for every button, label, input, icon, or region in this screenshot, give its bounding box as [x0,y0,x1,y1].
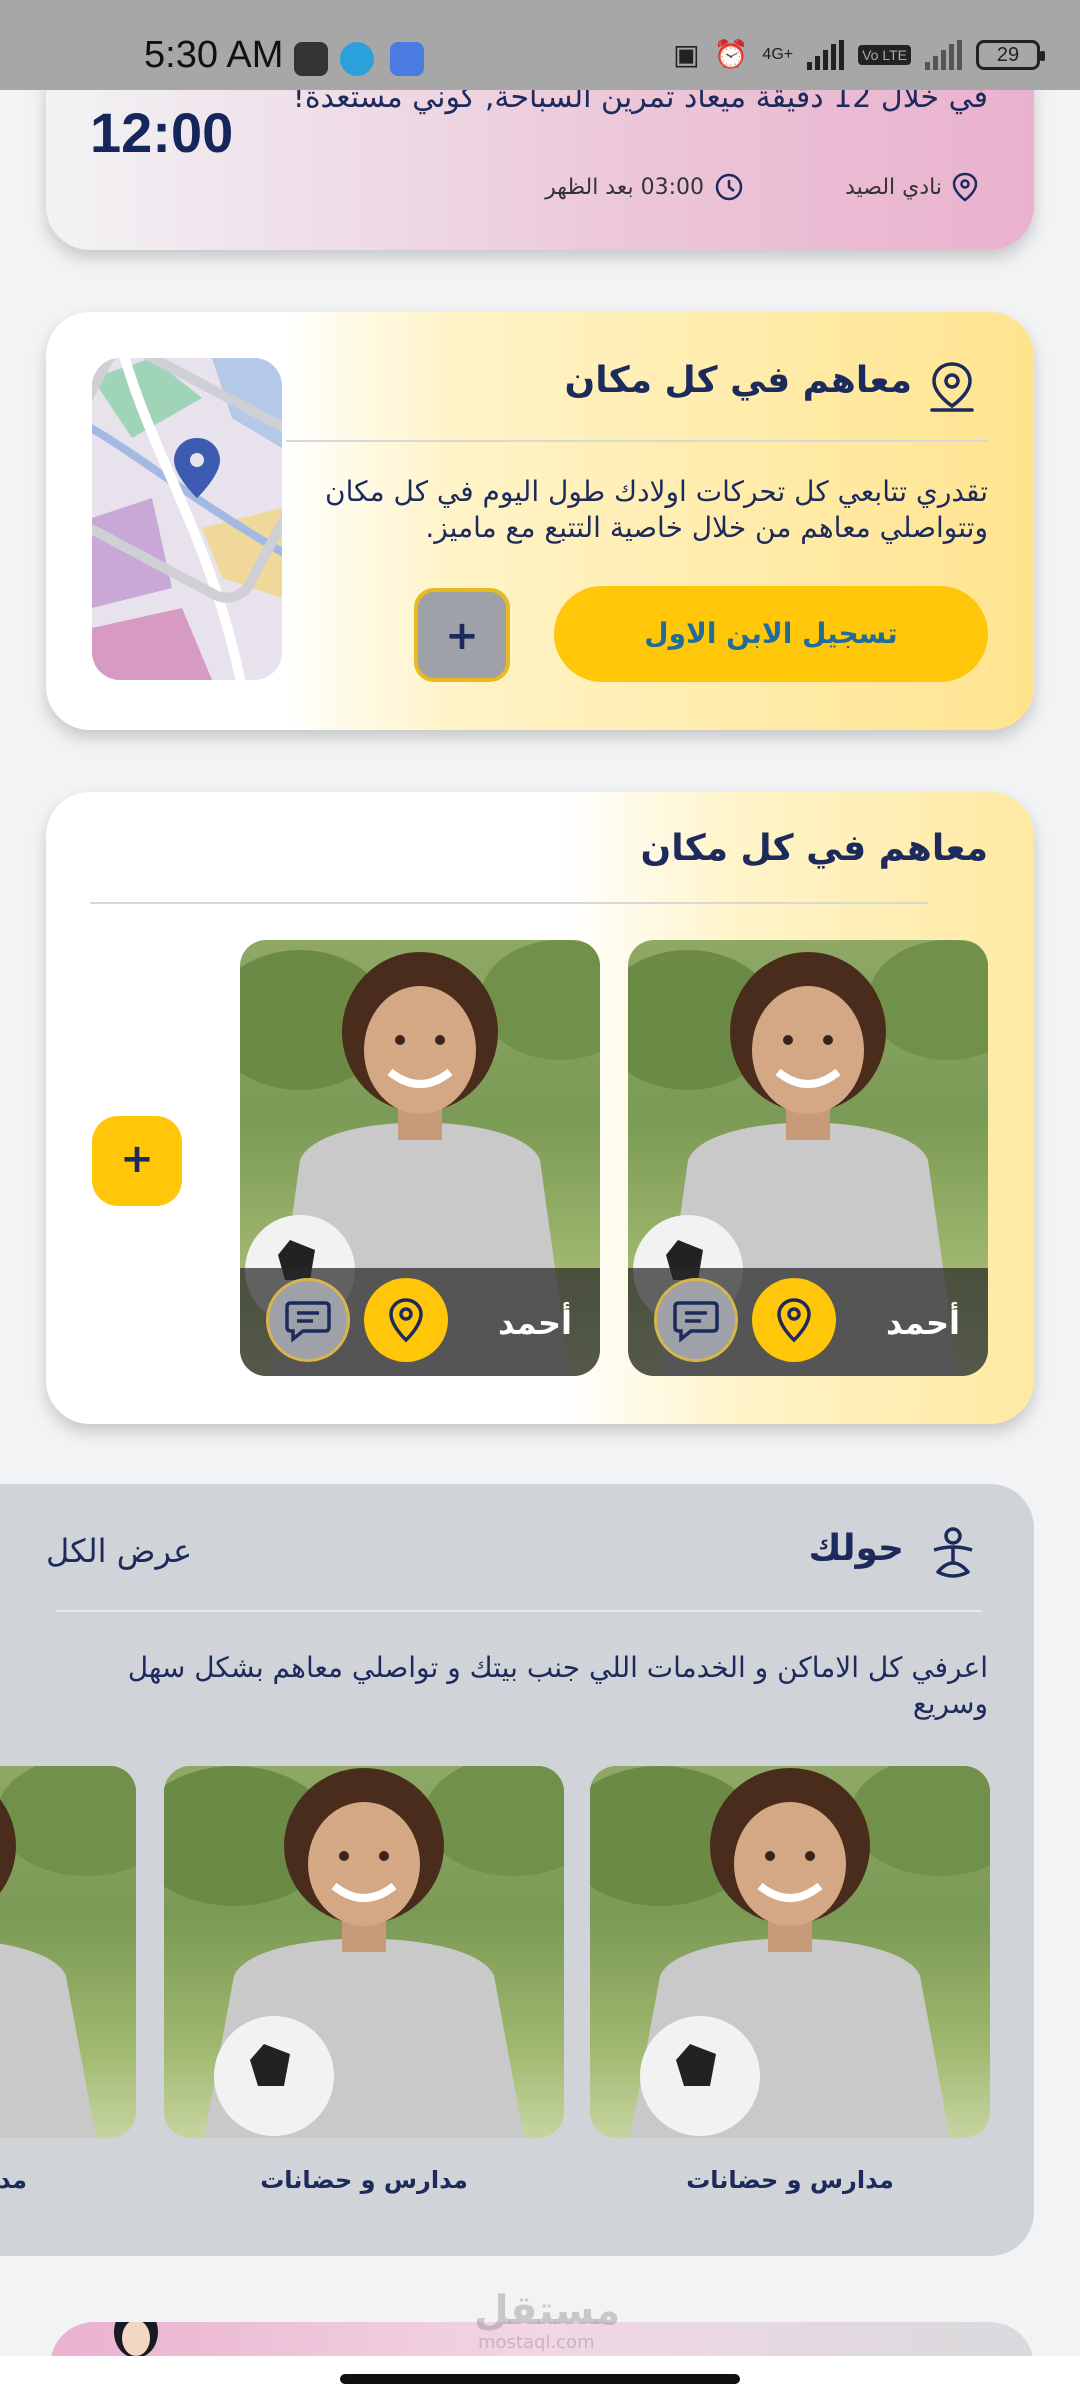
status-time: 5:30 AM [144,34,284,76]
child-card[interactable]: أحمد [628,940,988,1376]
tracking-card-description: تقدري تتابعي كل تحركات اولادك طول اليوم … [288,474,988,546]
location-target-icon [930,362,974,412]
place-label: مدارس و حضانات [686,2166,894,2194]
yoga-mother-icon [933,1527,973,1578]
event-countdown-time: 12:00 [90,101,234,164]
place-photo [590,1766,990,2138]
network-type: 4G+ [762,45,794,63]
nearby-description-line-2: وسريع [912,1687,988,1720]
children-card-title: معاهم في كل مكان [640,828,988,869]
child-location-button[interactable] [752,1278,836,1362]
chat-icon [673,1301,719,1343]
location-pin-icon [952,172,978,202]
watermark-url: mostaql.com [478,2332,595,2353]
nearby-description-line-1: اعرفي كل الاماكن و الخدمات اللي جنب بيتك… [127,1651,988,1684]
nearby-card-title: حولك [808,1528,904,1569]
children-tracking-card: معاهم في كل مكان أحمد أحمد + [46,792,1034,1424]
place-photo [164,1766,564,2138]
place-card[interactable] [590,1766,990,2138]
nearby-title-divider [56,1610,982,1612]
signal-icon-2 [925,39,962,70]
description-line-1: تقدري تتابعي كل تحركات اولادك طول اليوم … [325,475,988,508]
register-first-child-button[interactable]: تسجيل الابن الاول [554,586,988,682]
event-location: نادي الصيد [845,172,978,202]
status-bar: 5:30 AM ▣ ⏰ 4G+ Vo LTE 29 [0,0,1080,90]
calendar-app-icon [390,42,424,76]
child-card[interactable]: أحمد [240,940,600,1376]
description-line-2: وتتواصلي معاهم من خلال خاصية التتبع مع م… [425,511,988,544]
child-location-button[interactable] [364,1278,448,1362]
add-child-button[interactable]: + [92,1116,182,1206]
battery-indicator: 29 [976,39,1045,70]
child-name: أحمد [498,1304,572,1342]
nearby-card-description: اعرفي كل الاماكن و الخدمات اللي جنب بيتك… [28,1650,988,1722]
event-time: 03:00 بعد الظهر [545,172,744,202]
map-phone-illustration [92,358,282,680]
place-label: مدا [0,2166,27,2194]
tracking-promo-card: معاهم في كل مكان تقدري تتابعي كل تحركات … [46,312,1034,730]
place-photo [0,1766,136,2138]
signal-icon [807,39,845,70]
chat-icon [285,1301,331,1343]
event-time-label: 03:00 بعد الظهر [545,174,704,200]
watermark: مستقل [474,2288,621,2334]
event-location-label: نادي الصيد [845,174,942,200]
alarm-icon: ⏰ [713,38,749,71]
add-child-button[interactable]: + [414,588,510,682]
app-notification-icon [294,42,328,76]
volte-badge: Vo LTE [858,44,911,65]
place-label: مدارس و حضانات [260,2166,468,2194]
tracking-card-title: معاهم في كل مكان [564,360,912,401]
nfc-icon: ▣ [673,38,700,71]
place-card[interactable] [164,1766,564,2138]
telegram-icon [340,42,374,76]
child-chat-button[interactable] [654,1278,738,1362]
view-all-link[interactable]: عرض الكل [46,1532,192,1570]
location-pin-icon [777,1298,811,1343]
clock-icon [715,173,743,201]
children-title-divider [90,902,928,904]
home-indicator[interactable] [340,2374,740,2384]
child-name: أحمد [886,1304,960,1342]
title-divider [286,440,988,442]
nearby-services-card: حولك عرض الكل اعرفي كل الاماكن و الخدمات… [0,1484,1034,2256]
child-chat-button[interactable] [266,1278,350,1362]
location-pin-icon [389,1298,423,1343]
place-card[interactable] [0,1766,136,2138]
